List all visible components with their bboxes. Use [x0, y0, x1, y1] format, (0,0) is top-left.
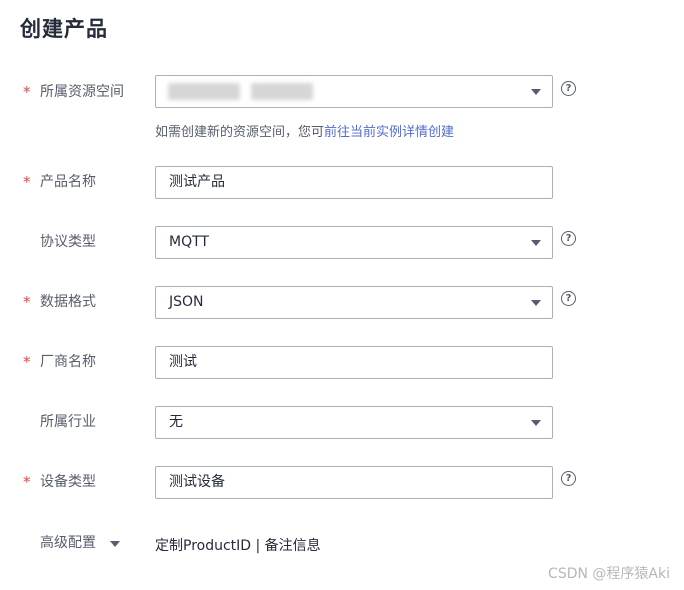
- redacted-block: [251, 83, 313, 100]
- industry-select[interactable]: 无: [155, 406, 553, 439]
- device-type-value: 测试设备: [169, 474, 225, 490]
- advanced-summary: 定制ProductID | 备注信息: [155, 538, 321, 554]
- required-mark: *: [23, 173, 31, 191]
- device-type-label: 设备类型: [40, 474, 96, 490]
- instance-detail-link[interactable]: 前往当前实例详情创建: [324, 125, 454, 140]
- required-mark: *: [23, 473, 31, 491]
- vendor-label: 厂商名称: [40, 354, 96, 370]
- device-type-input[interactable]: 测试设备: [155, 466, 553, 499]
- page-title: 创建产品: [20, 17, 108, 41]
- space-hint-text: 如需创建新的资源空间，您可: [155, 125, 325, 140]
- space-hint: 如需创建新的资源空间，您可前往当前实例详情创建: [155, 121, 454, 140]
- caret-down-icon[interactable]: [531, 420, 541, 426]
- help-icon[interactable]: ?: [561, 471, 576, 486]
- caret-down-icon[interactable]: [110, 541, 120, 547]
- redacted-block: [168, 83, 240, 100]
- industry-value: 无: [169, 414, 183, 430]
- watermark: CSDN @程序猿Aki: [548, 566, 670, 582]
- caret-down-icon[interactable]: [531, 89, 541, 95]
- protocol-value: MQTT: [169, 234, 209, 250]
- industry-label: 所属行业: [40, 414, 96, 430]
- caret-down-icon[interactable]: [531, 300, 541, 306]
- product-name-input[interactable]: 测试产品: [155, 166, 553, 199]
- help-icon[interactable]: ?: [561, 81, 576, 96]
- advanced-toggle[interactable]: 高级配置: [40, 533, 96, 553]
- vendor-value: 测试: [169, 354, 197, 370]
- product-name-label: 产品名称: [40, 174, 96, 190]
- help-icon[interactable]: ?: [561, 231, 576, 246]
- required-mark: *: [23, 83, 31, 101]
- product-name-value: 测试产品: [169, 174, 225, 190]
- space-select[interactable]: [155, 75, 553, 108]
- vendor-input[interactable]: 测试: [155, 346, 553, 379]
- data-format-label: 数据格式: [40, 294, 96, 310]
- data-format-value: JSON: [169, 294, 204, 310]
- caret-down-icon[interactable]: [531, 240, 541, 246]
- protocol-select[interactable]: MQTT: [155, 226, 553, 259]
- required-mark: *: [23, 293, 31, 311]
- space-label: 所属资源空间: [40, 84, 124, 100]
- required-mark: *: [23, 353, 31, 371]
- help-icon[interactable]: ?: [561, 291, 576, 306]
- protocol-label: 协议类型: [40, 234, 96, 250]
- data-format-select[interactable]: JSON: [155, 286, 553, 319]
